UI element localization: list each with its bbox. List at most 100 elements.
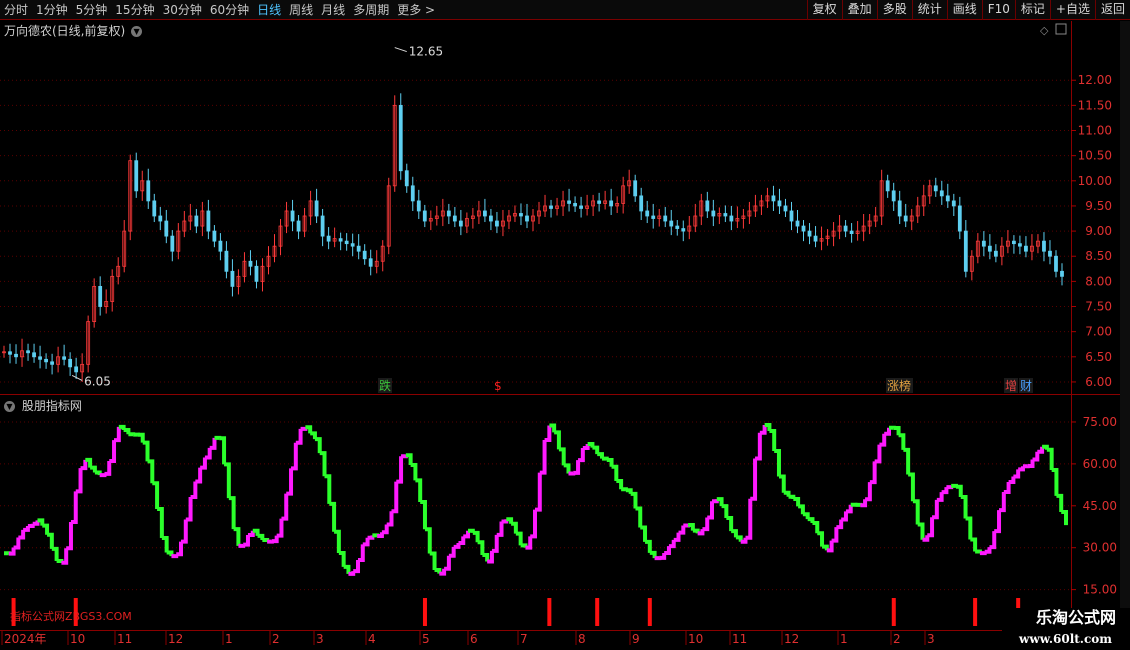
indicator-segment xyxy=(630,491,638,509)
time-axis-label: 3 xyxy=(927,632,935,646)
candle-body xyxy=(495,220,499,227)
window-icon[interactable] xyxy=(1055,23,1067,35)
indicator-segment xyxy=(429,551,437,570)
candle-body xyxy=(68,358,73,368)
candle-body xyxy=(368,258,373,267)
indicator-segment xyxy=(688,522,695,531)
indicator-segment xyxy=(865,482,872,502)
indicator-segment xyxy=(1061,509,1068,526)
signal-bar xyxy=(891,598,896,626)
candle-body xyxy=(723,213,728,217)
candle-body xyxy=(326,235,331,242)
indicator-segment xyxy=(941,487,949,495)
indicator-segment xyxy=(989,531,997,550)
indicator-segment xyxy=(415,478,423,503)
indicator-segment xyxy=(606,458,614,467)
price-tick-label: 6.00 xyxy=(1085,375,1112,389)
candle-body xyxy=(669,220,674,227)
indicator-segment xyxy=(219,436,227,465)
indicator-segment xyxy=(75,468,83,494)
indicator-segment xyxy=(276,518,284,538)
candle-body xyxy=(489,215,493,222)
indicator-segment xyxy=(1032,451,1040,462)
candle-body xyxy=(446,210,451,217)
stock-chart[interactable]: 12.00 11.50 11.00 10.50 10.00 9.50 9.00 8.50 8.0… xyxy=(0,0,1130,650)
candle-body xyxy=(32,352,36,358)
time-axis-label: 12 xyxy=(168,632,183,646)
candle-body xyxy=(134,160,139,192)
candle-body xyxy=(320,215,325,237)
indicator-segment xyxy=(391,481,399,514)
indicator-segment xyxy=(664,546,671,556)
time-axis-label: 2024年 xyxy=(4,632,47,646)
indicator-segment xyxy=(578,447,585,463)
indicator-segment xyxy=(56,558,64,563)
indicator-segment xyxy=(1003,482,1011,495)
right-scroll-strip[interactable] xyxy=(1120,21,1130,630)
indicator-segment xyxy=(70,491,78,524)
indicator-segment xyxy=(525,536,533,550)
indicator-segment xyxy=(185,497,193,522)
event-marker[interactable]: 涨榜 xyxy=(887,378,911,393)
time-axis-label: 4 xyxy=(368,632,376,646)
indicator-segment xyxy=(673,532,681,542)
indicator-segment xyxy=(635,506,643,528)
time-axis-label: 11 xyxy=(117,632,132,646)
indicator-segment xyxy=(539,440,547,475)
candle-body xyxy=(987,245,992,252)
candle-body xyxy=(1054,255,1058,272)
candle-body xyxy=(843,225,848,232)
indicator-segment xyxy=(324,474,332,504)
candle-body xyxy=(705,200,710,212)
indicator-segment xyxy=(181,519,188,544)
diamond-icon[interactable]: ◇ xyxy=(1040,24,1049,37)
event-marker[interactable]: $ xyxy=(494,379,502,393)
candle-body xyxy=(344,240,349,245)
indicator-segment xyxy=(491,534,499,553)
event-marker[interactable]: 财 xyxy=(1020,379,1032,393)
event-marker[interactable]: 增 xyxy=(1005,379,1017,393)
price-tick-label: 10.50 xyxy=(1078,149,1112,163)
indicator-segment xyxy=(530,509,537,539)
indicator-segment xyxy=(209,437,217,450)
indicator-segment xyxy=(903,447,911,475)
indicator-segment xyxy=(238,543,246,548)
indicator-segment xyxy=(314,437,322,454)
indicator-segment xyxy=(381,524,389,535)
time-axis-label: 10 xyxy=(70,632,85,646)
price-tick-label: 8.50 xyxy=(1085,249,1112,263)
indicator-segment xyxy=(841,511,848,522)
indicator-segment xyxy=(511,521,518,534)
candle-body xyxy=(230,270,235,287)
indicator-segment xyxy=(807,517,815,523)
candle-body xyxy=(50,361,54,365)
indicator-segment xyxy=(750,458,758,501)
candle-body xyxy=(152,200,157,217)
candle-body xyxy=(783,205,788,212)
candle-body xyxy=(1042,240,1046,252)
candle-body xyxy=(1048,250,1052,257)
time-axis-label: 9 xyxy=(632,632,640,646)
indicator-segment xyxy=(343,564,351,574)
indicator-segment xyxy=(884,427,891,436)
indicator-segment xyxy=(535,472,542,512)
candle-body xyxy=(356,245,361,252)
candle-body xyxy=(44,358,48,363)
event-marker[interactable]: 跌 xyxy=(379,378,391,393)
indicator-segment xyxy=(42,523,50,535)
indicator-segment xyxy=(645,539,652,553)
candle-body xyxy=(290,210,295,222)
candle-body xyxy=(458,220,463,227)
indicator-segment xyxy=(463,530,471,539)
candle-body xyxy=(525,215,529,222)
candle-body xyxy=(813,235,818,242)
low-pointer xyxy=(71,374,83,381)
candle-body xyxy=(729,215,734,222)
indicator-segment xyxy=(142,440,150,462)
candle-body xyxy=(62,356,67,360)
indicator-segment xyxy=(281,493,289,521)
indicator-segment xyxy=(970,537,978,552)
indicator-segment xyxy=(692,528,700,534)
candle-body xyxy=(8,351,12,355)
indicator-segment xyxy=(243,534,250,547)
